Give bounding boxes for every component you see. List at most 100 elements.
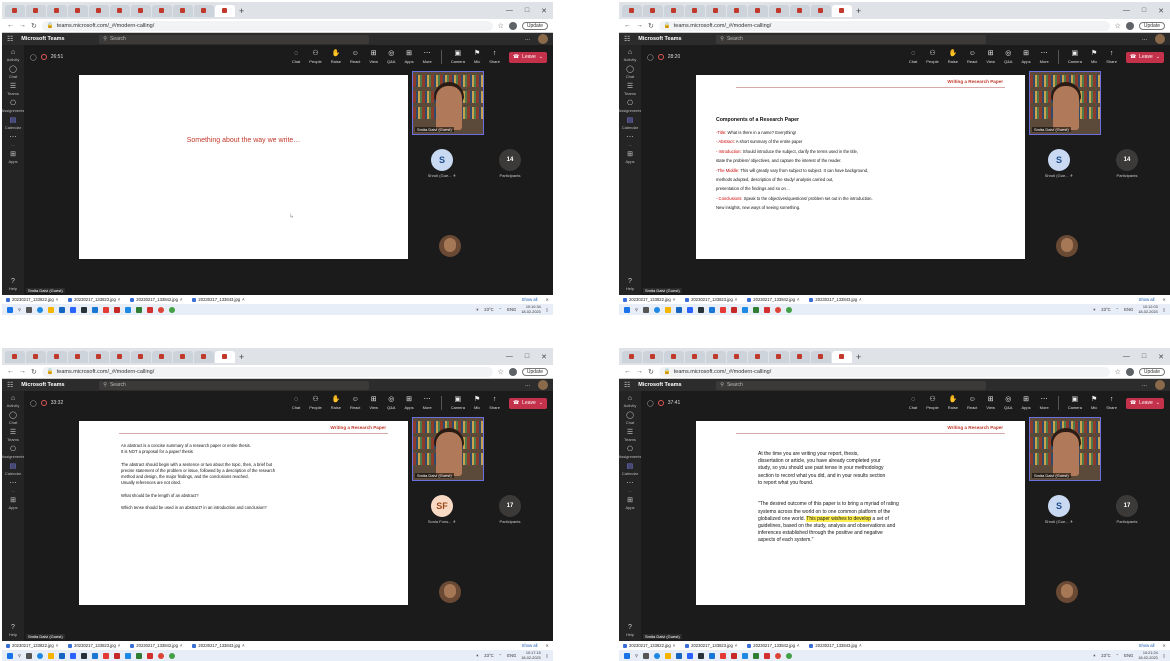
minimize-icon[interactable]: — [1123,353,1130,361]
update-button[interactable]: Update [1138,367,1165,376]
chevron-up-icon[interactable]: ˄ [859,643,861,648]
close-icon[interactable]: ✕ [1158,353,1164,361]
close-downloads-icon[interactable]: ✕ [545,297,549,302]
app-icon[interactable] [92,306,99,313]
participants-count-tile[interactable]: 17 Participants [474,488,546,530]
active-browser-tab[interactable] [215,4,235,17]
app-icon[interactable] [114,306,121,313]
more-options-icon[interactable]: ... [1142,36,1147,42]
reload-icon[interactable]: ↻ [31,22,37,30]
browser-tab[interactable] [26,350,46,363]
rail-item-help[interactable]: ? Help [626,624,634,637]
search-input[interactable]: ⚲ Search [99,34,370,44]
minimize-icon[interactable]: — [506,7,513,15]
url-input[interactable]: 🔒 teams.microsoft.com/_#/modern-calling/ [658,20,1110,31]
rail-item-apps[interactable]: ⊞ Apps [8,497,17,510]
apps-button[interactable]: ⊞ Apps [1021,50,1030,64]
tray-chevron-icon[interactable]: ⌃ [499,653,503,658]
chevron-up-icon[interactable]: ˄ [56,297,58,302]
browser-tab[interactable] [622,350,642,363]
rail-item-activity[interactable]: ⌂ Activity [624,49,637,62]
more-options-icon[interactable]: ... [525,382,530,388]
browser-tab[interactable] [643,4,663,17]
chevron-up-icon[interactable]: ˄ [859,297,861,302]
clock[interactable]: 10:21:24 18-02-2023 [1138,651,1157,660]
maximize-icon[interactable]: □ [525,353,529,361]
search-input[interactable]: ⚲ Search [716,380,987,390]
user-avatar[interactable] [538,34,548,44]
minimize-icon[interactable]: — [506,353,513,361]
mail-icon[interactable] [70,652,77,659]
mic-button[interactable]: ⚑ Mic [1091,50,1097,64]
browser-tab[interactable] [811,350,831,363]
user-avatar[interactable] [538,380,548,390]
app-launcher-icon[interactable]: ☷ [624,35,630,43]
user-avatar[interactable] [1155,34,1165,44]
browser-tab[interactable] [622,4,642,17]
new-tab-button[interactable]: + [856,352,861,362]
participants-count-tile[interactable]: 17 Participants [1091,488,1163,530]
chrome-icon[interactable] [158,652,165,659]
download-item[interactable]: 20230217_133843.jpg ˄ [192,297,245,302]
react-button[interactable]: ☺ React [967,396,977,410]
leave-button[interactable]: ☎ Leave ⌄ [508,51,547,63]
chevron-down-icon[interactable]: ⌄ [1156,54,1160,60]
browser-tab[interactable] [685,4,705,17]
chevron-up-icon[interactable]: ˄ [242,297,244,302]
browser-tab[interactable] [790,350,810,363]
update-button[interactable]: Update [521,21,548,30]
rail-item-teams[interactable]: ☰ Teams [7,83,19,96]
word-icon[interactable] [125,652,132,659]
clock[interactable]: 10:10:34 18-02-2023 [521,305,540,314]
file-explorer-icon[interactable] [48,652,55,659]
raise-button[interactable]: ✋ Raise [331,50,341,64]
browser-tab[interactable] [68,4,88,17]
new-tab-button[interactable]: + [239,352,244,362]
download-item[interactable]: 20230217_133823.jpg ˄ [685,297,737,302]
back-icon[interactable]: ← [7,368,14,375]
view-button[interactable]: ⊞ View [986,396,995,410]
app-icon[interactable] [698,306,705,313]
show-all-link[interactable]: Show all [522,297,538,302]
chrome-icon[interactable] [786,306,793,313]
browser-tab[interactable] [89,350,109,363]
rail-item-[interactable]: ⋯... [627,480,634,493]
taskbar-search-icon[interactable]: ⚲ [635,653,638,658]
windows-start-icon[interactable] [7,306,13,313]
chrome-icon[interactable] [169,306,176,313]
close-downloads-icon[interactable]: ✕ [1162,643,1166,648]
user-avatar[interactable] [1155,380,1165,390]
browser-tab[interactable] [5,4,25,17]
browser-tab[interactable] [748,350,768,363]
participant-tile[interactable]: S Shruti (Gue... ⚜ [406,142,478,184]
rail-item-chat[interactable]: ◯ Chat [9,412,17,425]
react-button[interactable]: ☺ React [350,396,360,410]
profile-avatar[interactable] [1125,367,1134,376]
rail-item-assignments[interactable]: ⎔ Assignments [2,100,24,113]
show-all-link[interactable]: Show all [522,643,538,648]
taskbar-search-icon[interactable]: ⚲ [635,307,638,312]
language-indicator[interactable]: ENG [507,307,516,312]
chat-button[interactable]: ◌ Chat [909,50,917,64]
active-browser-tab[interactable] [215,350,235,363]
edge-icon[interactable] [37,652,44,659]
download-item[interactable]: 20230217_133823.jpg ˄ [68,297,120,302]
active-browser-tab[interactable] [832,350,852,363]
notifications-icon[interactable]: ▯ [1163,307,1165,312]
chat-button[interactable]: ◌ Chat [909,396,917,410]
apps-button[interactable]: ⊞ Apps [404,50,413,64]
browser-tab[interactable] [643,350,663,363]
browser-tab[interactable] [131,4,151,17]
chevron-up-icon[interactable]: ˄ [180,297,182,302]
new-tab-button[interactable]: + [239,6,244,16]
browser-tab[interactable] [5,350,25,363]
close-icon[interactable]: ✕ [1158,7,1164,15]
chevron-up-icon[interactable]: ˄ [242,643,244,648]
new-tab-button[interactable]: + [856,6,861,16]
people-button[interactable]: ⚇ People [309,50,321,64]
app-icon[interactable] [731,306,738,313]
clock[interactable]: 10:12:03 18-02-2023 [1138,305,1157,314]
pdf-icon[interactable] [764,652,771,659]
share-button[interactable]: ↑ Share [489,396,500,410]
browser-tab[interactable] [727,4,747,17]
